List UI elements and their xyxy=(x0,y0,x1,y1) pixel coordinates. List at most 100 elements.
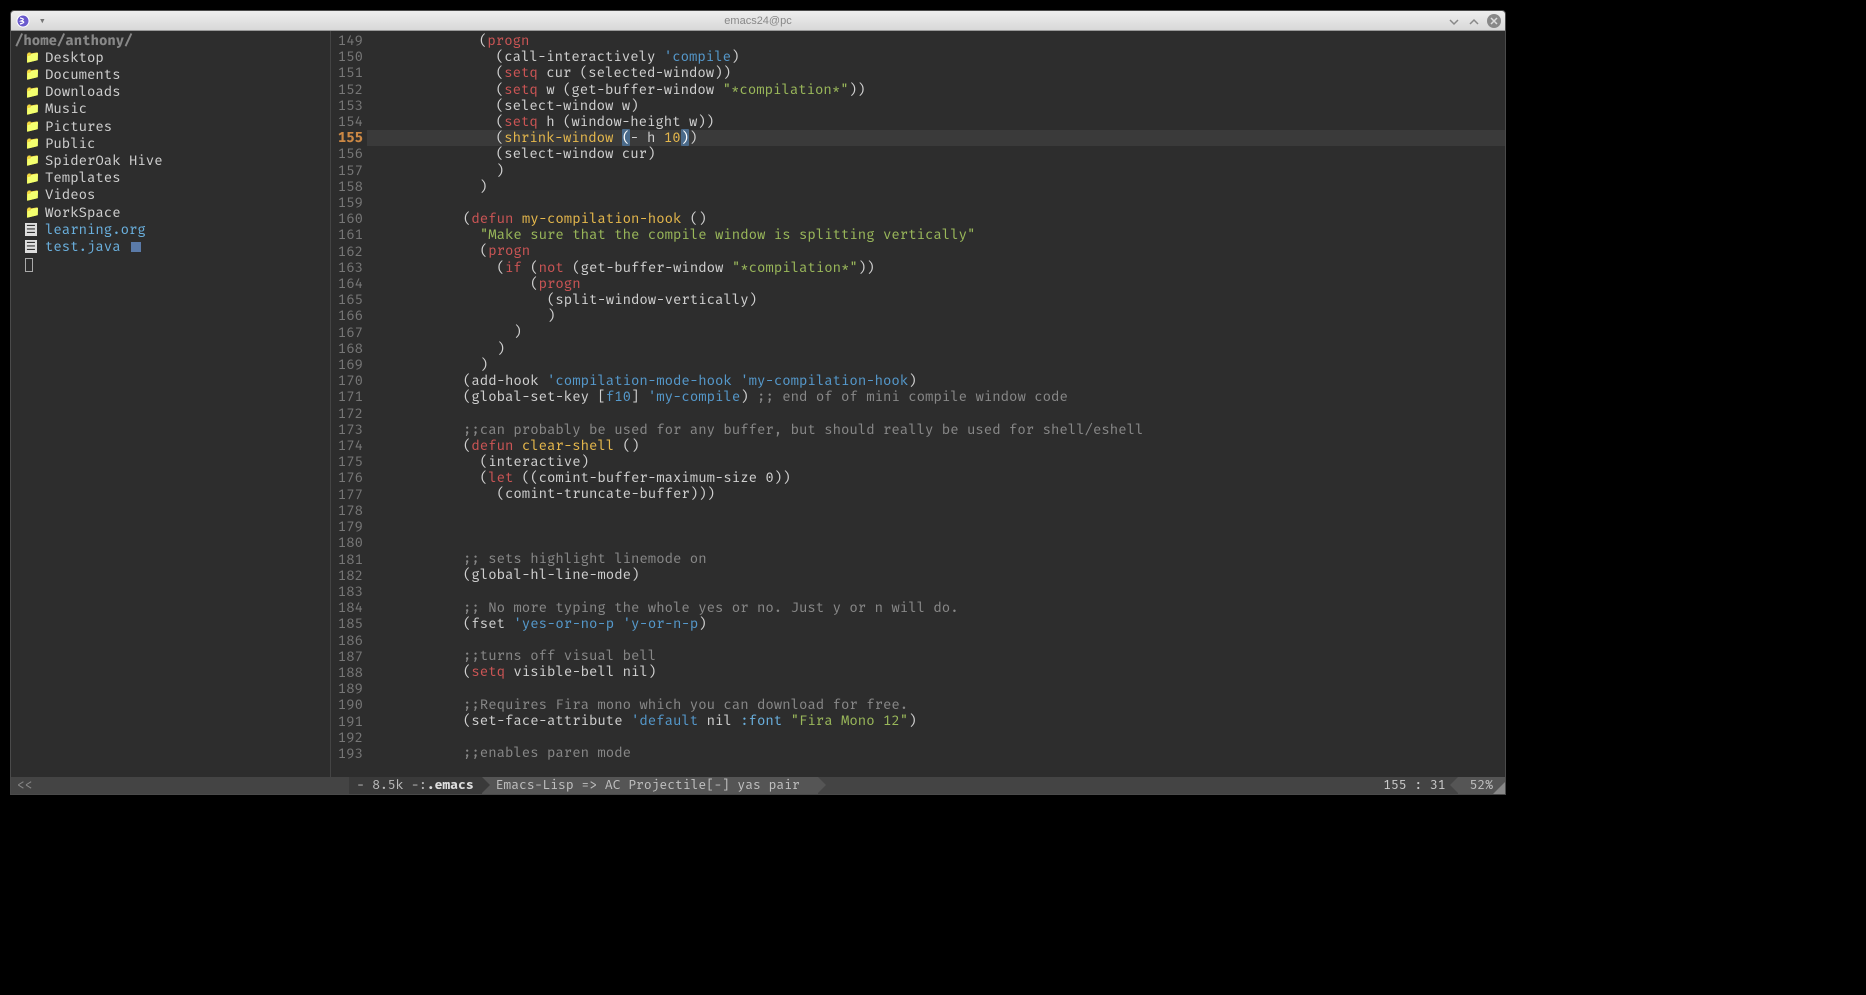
line-number: 154 xyxy=(331,114,363,130)
code-line[interactable]: (fset 'yes-or-no-p 'y-or-n-p) xyxy=(367,616,1505,632)
code-line[interactable] xyxy=(367,405,1505,421)
folder-icon xyxy=(25,170,39,187)
code-line[interactable]: (progn xyxy=(367,33,1505,49)
app-icon xyxy=(15,13,31,29)
line-number-gutter: 1491501511521531541551561571581591601611… xyxy=(331,31,367,777)
code-line[interactable] xyxy=(367,632,1505,648)
tree-item-templates[interactable]: Templates xyxy=(11,170,330,187)
tree-item-desktop[interactable]: Desktop xyxy=(11,49,330,66)
close-button[interactable] xyxy=(1487,14,1501,28)
code-line[interactable]: ) xyxy=(367,179,1505,195)
titlebar[interactable]: ▾ emacs24@pc xyxy=(11,11,1505,31)
code-line[interactable]: ;;turns off visual bell xyxy=(367,648,1505,664)
code-line[interactable]: ) xyxy=(367,308,1505,324)
code-line[interactable]: (global-set-key [f10] 'my-compile) ;; en… xyxy=(367,389,1505,405)
neotree-sidebar[interactable]: /home/anthony/ DesktopDocumentsDownloads… xyxy=(11,31,331,777)
code-line[interactable]: (call-interactively 'compile) xyxy=(367,49,1505,65)
code-line[interactable]: (setq w (get-buffer-window "*compilation… xyxy=(367,82,1505,98)
folder-icon xyxy=(25,118,39,135)
line-number: 173 xyxy=(331,422,363,438)
tree-item-pictures[interactable]: Pictures xyxy=(11,118,330,135)
code-line[interactable]: (setq cur (selected-window)) xyxy=(367,65,1505,81)
line-number: 150 xyxy=(331,49,363,65)
code-area[interactable]: 1491501511521531541551561571581591601611… xyxy=(331,31,1505,777)
folder-icon xyxy=(25,49,39,66)
line-number: 162 xyxy=(331,244,363,260)
code-buffer[interactable]: (progn (call-interactively 'compile) (se… xyxy=(367,31,1505,777)
code-line[interactable]: (setq h (window-height w)) xyxy=(367,114,1505,130)
maximize-button[interactable] xyxy=(1467,14,1481,28)
resize-grip-icon[interactable] xyxy=(1493,782,1505,794)
code-line[interactable]: (progn xyxy=(367,276,1505,292)
tree-item-label: Downloads xyxy=(45,84,121,100)
code-line[interactable]: ;; No more typing the whole yes or no. J… xyxy=(367,600,1505,616)
folder-icon xyxy=(25,84,39,101)
line-number: 179 xyxy=(331,519,363,535)
code-line[interactable] xyxy=(367,502,1505,518)
code-line[interactable]: (set-face-attribute 'default nil :font "… xyxy=(367,713,1505,729)
code-line[interactable]: (if (not (get-buffer-window "*compilatio… xyxy=(367,260,1505,276)
line-number: 178 xyxy=(331,503,363,519)
line-number: 187 xyxy=(331,649,363,665)
code-line[interactable]: ) xyxy=(367,341,1505,357)
code-line[interactable]: (add-hook 'compilation-mode-hook 'my-com… xyxy=(367,373,1505,389)
code-line[interactable]: (interactive) xyxy=(367,454,1505,470)
line-number: 166 xyxy=(331,308,363,324)
tree-item-music[interactable]: Music xyxy=(11,101,330,118)
code-line[interactable]: ) xyxy=(367,324,1505,340)
code-line[interactable] xyxy=(367,535,1505,551)
code-line[interactable]: (comint-truncate-buffer))) xyxy=(367,486,1505,502)
code-line[interactable]: ) xyxy=(367,357,1505,373)
modeline-buffer-segment: - 8.5k -: .emacs xyxy=(349,777,482,794)
line-number: 167 xyxy=(331,325,363,341)
file-icon xyxy=(25,238,39,255)
code-line[interactable]: ;;can probably be used for any buffer, b… xyxy=(367,422,1505,438)
code-line[interactable]: (progn xyxy=(367,243,1505,259)
line-number: 149 xyxy=(331,33,363,49)
tree-item-test-java[interactable]: test.java xyxy=(11,238,330,255)
code-line[interactable]: ;;enables paren mode xyxy=(367,745,1505,761)
line-number: 174 xyxy=(331,438,363,454)
line-number: 188 xyxy=(331,665,363,681)
code-line[interactable] xyxy=(367,519,1505,535)
line-number: 186 xyxy=(331,633,363,649)
menu-chevron-icon[interactable]: ▾ xyxy=(39,14,46,27)
line-number: 170 xyxy=(331,373,363,389)
tree-item-label: Music xyxy=(45,101,87,117)
code-line[interactable]: (global-hl-line-mode) xyxy=(367,567,1505,583)
code-line[interactable]: (split-window-vertically) xyxy=(367,292,1505,308)
tree-item-label: Pictures xyxy=(45,119,112,135)
file-icon xyxy=(25,221,39,238)
tree-item-spideroak-hive[interactable]: SpiderOak Hive xyxy=(11,152,330,169)
code-line[interactable]: (select-window w) xyxy=(367,98,1505,114)
code-line[interactable] xyxy=(367,195,1505,211)
tree-item-label: learning.org xyxy=(45,222,146,238)
tree-item-videos[interactable]: Videos xyxy=(11,187,330,204)
line-number: 156 xyxy=(331,146,363,162)
tree-item-documents[interactable]: Documents xyxy=(11,66,330,83)
code-line[interactable]: ) xyxy=(367,163,1505,179)
line-number: 189 xyxy=(331,681,363,697)
line-number: 159 xyxy=(331,195,363,211)
minimize-button[interactable] xyxy=(1447,14,1461,28)
code-line[interactable]: ;;Requires Fira mono which you can downl… xyxy=(367,697,1505,713)
code-line[interactable]: "Make sure that the compile window is sp… xyxy=(367,227,1505,243)
code-line[interactable] xyxy=(367,681,1505,697)
tree-item-label: Desktop xyxy=(45,50,104,66)
tree-item-learning-org[interactable]: learning.org xyxy=(11,221,330,238)
code-line[interactable]: ;; sets highlight linemode on xyxy=(367,551,1505,567)
folder-icon xyxy=(25,204,39,221)
tree-item-downloads[interactable]: Downloads xyxy=(11,84,330,101)
tree-item-label: Videos xyxy=(45,187,95,203)
code-line[interactable]: (shrink-window (- h 10)) xyxy=(367,130,1505,146)
code-line[interactable] xyxy=(367,729,1505,745)
tree-item-public[interactable]: Public xyxy=(11,135,330,152)
code-line[interactable]: (defun clear-shell () xyxy=(367,438,1505,454)
line-number: 155 xyxy=(331,130,363,146)
code-line[interactable]: (let ((comint-buffer-maximum-size 0)) xyxy=(367,470,1505,486)
code-line[interactable]: (select-window cur) xyxy=(367,146,1505,162)
code-line[interactable]: (defun my-compilation-hook () xyxy=(367,211,1505,227)
code-line[interactable]: (setq visible-bell nil) xyxy=(367,664,1505,680)
code-line[interactable] xyxy=(367,583,1505,599)
tree-item-workspace[interactable]: WorkSpace xyxy=(11,204,330,221)
